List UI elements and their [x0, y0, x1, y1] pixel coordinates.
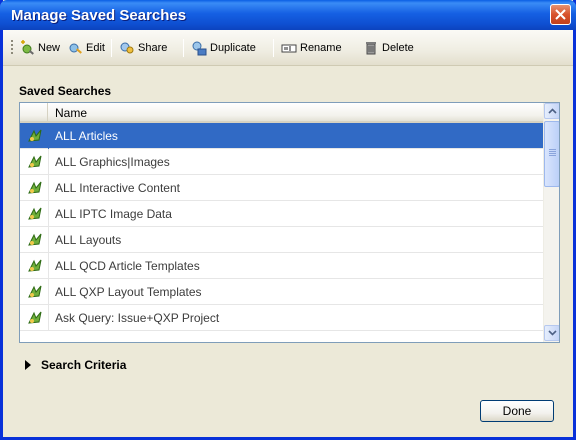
saved-search-icon	[28, 207, 42, 220]
manage-saved-searches-dialog: Manage Saved Searches New Edit Share Dup…	[0, 0, 576, 440]
list-item[interactable]: ALL IPTC Image Data	[20, 201, 545, 227]
list-item-name: Ask Query: Issue+QXP Project	[55, 311, 220, 325]
scroll-up-button[interactable]	[544, 103, 559, 119]
toolbar: New Edit Share Duplicate Rename Delete	[3, 30, 573, 66]
list-rows: ALL Articles ALL Graphics|Images ALL Int…	[20, 123, 545, 331]
vertical-scrollbar[interactable]	[543, 103, 559, 342]
toolbar-separator	[183, 39, 184, 57]
duplicate-button[interactable]: Duplicate	[191, 39, 256, 57]
list-item-name: ALL Layouts	[55, 233, 122, 247]
edit-button[interactable]: Edit	[67, 39, 105, 57]
list-item[interactable]: ALL Interactive Content	[20, 175, 545, 201]
close-button[interactable]	[550, 4, 571, 25]
done-button[interactable]: Done	[480, 400, 554, 422]
title-bar[interactable]: Manage Saved Searches	[0, 0, 576, 30]
rename-button[interactable]: Rename	[281, 39, 342, 57]
edit-search-icon	[69, 43, 82, 54]
list-item[interactable]: ALL Articles	[20, 123, 545, 149]
scroll-down-button[interactable]	[544, 325, 559, 341]
duplicate-button-label: Duplicate	[210, 42, 256, 54]
saved-search-icon	[28, 181, 42, 194]
list-header: Name	[20, 103, 545, 123]
name-column-header[interactable]: Name	[55, 106, 87, 120]
list-item-name: ALL Interactive Content	[55, 181, 180, 195]
list-item-name: ALL QXP Layout Templates	[55, 285, 202, 299]
toolbar-separator	[111, 39, 112, 57]
rename-icon	[281, 44, 297, 53]
saved-search-icon	[28, 233, 42, 246]
saved-searches-list[interactable]: Name ALL Articles ALL Graphics|Images AL…	[19, 102, 560, 343]
rename-button-label: Rename	[300, 42, 342, 54]
search-criteria-expander[interactable]: Search Criteria	[25, 358, 126, 372]
close-icon	[555, 9, 566, 20]
saved-search-icon	[28, 259, 42, 272]
row-icon-cell	[20, 253, 49, 279]
list-item-name: ALL QCD Article Templates	[55, 259, 200, 273]
edit-button-label: Edit	[86, 42, 105, 54]
new-search-icon	[21, 40, 34, 55]
saved-search-icon	[28, 285, 42, 298]
list-item-name: ALL Graphics|Images	[55, 155, 170, 169]
row-icon-cell	[20, 279, 49, 305]
list-item-name: ALL Articles	[55, 129, 118, 143]
scroll-thumb-grip	[549, 149, 556, 157]
saved-search-icon	[28, 155, 42, 168]
row-icon-cell	[20, 123, 49, 149]
list-item-name: ALL IPTC Image Data	[55, 207, 172, 221]
list-item[interactable]: ALL QXP Layout Templates	[20, 279, 545, 305]
delete-button-label: Delete	[382, 42, 414, 54]
row-icon-cell	[20, 175, 49, 201]
toolbar-separator	[273, 39, 274, 57]
list-item[interactable]: Ask Query: Issue+QXP Project	[20, 305, 545, 331]
chevron-down-icon	[548, 330, 557, 336]
duplicate-icon	[192, 41, 207, 56]
row-icon-cell	[20, 227, 49, 253]
saved-searches-label: Saved Searches	[19, 84, 112, 98]
search-criteria-label: Search Criteria	[41, 358, 127, 372]
row-icon-cell	[20, 201, 49, 227]
saved-search-icon	[28, 311, 42, 324]
chevron-up-icon	[548, 108, 557, 114]
trash-icon	[366, 42, 376, 55]
share-button[interactable]: Share	[119, 39, 167, 57]
window-title: Manage Saved Searches	[11, 7, 187, 24]
share-button-label: Share	[138, 42, 168, 54]
saved-search-icon	[28, 129, 42, 142]
new-button-label: New	[38, 42, 61, 54]
scroll-thumb[interactable]	[544, 121, 559, 187]
delete-button[interactable]: Delete	[363, 39, 414, 57]
list-item[interactable]: ALL Graphics|Images	[20, 149, 545, 175]
icon-column-header[interactable]	[20, 103, 48, 121]
list-item[interactable]: ALL Layouts	[20, 227, 545, 253]
list-item[interactable]: ALL QCD Article Templates	[20, 253, 545, 279]
new-button[interactable]: New	[19, 39, 60, 57]
share-icon	[120, 42, 134, 54]
toolbar-grip[interactable]	[11, 40, 13, 56]
row-icon-cell	[20, 149, 49, 175]
row-icon-cell	[20, 305, 49, 331]
expand-triangle-icon	[25, 360, 31, 370]
